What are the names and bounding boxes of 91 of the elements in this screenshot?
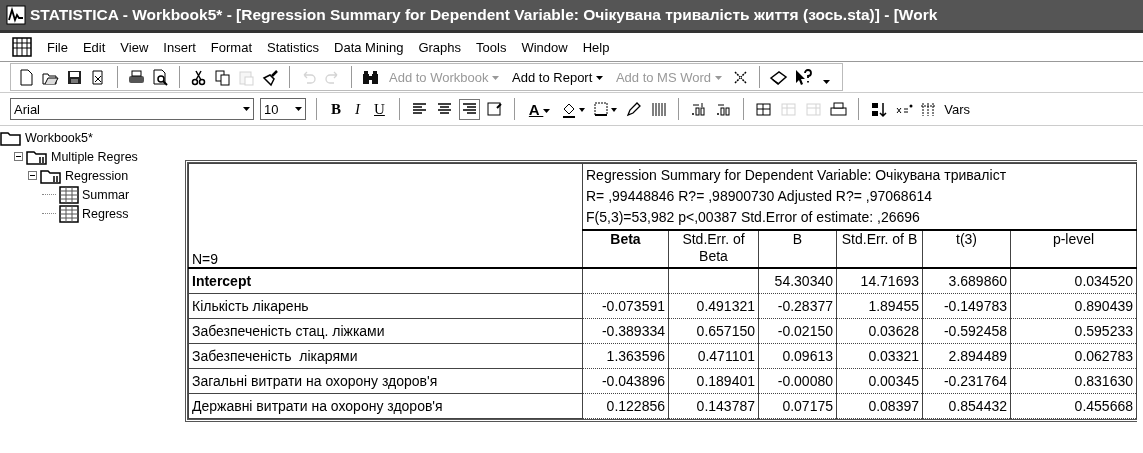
table-cell: -0.00080 (758, 368, 837, 394)
copy-icon[interactable] (213, 67, 232, 87)
row-label: Кількість лікарень (188, 293, 583, 319)
toolbar-dropdown-button[interactable]: Add to Report (508, 69, 607, 85)
table-cell: -0.043896 (582, 368, 669, 394)
column-header: t(3) (922, 230, 1011, 268)
table-cell: -0.02150 (758, 318, 837, 344)
table-cell: 0.09613 (758, 343, 837, 369)
table-cell: -0.389334 (582, 318, 669, 344)
menu-item[interactable]: Edit (82, 39, 106, 55)
table-cell: 0.491321 (668, 293, 759, 319)
menu-item[interactable]: Help (582, 39, 610, 55)
table-cell: 0.831630 (1010, 368, 1137, 394)
spreadsheet-icon (59, 185, 79, 204)
header-cell: N=9 (188, 163, 583, 268)
column-header: Std.Err. of B (836, 230, 923, 268)
spreadsheet-icon (59, 204, 79, 223)
document-menu-icon[interactable] (12, 37, 32, 57)
caret-icon (595, 76, 603, 81)
table-cell: 14.71693 (836, 268, 923, 294)
menu-item[interactable]: Graphs (418, 39, 462, 55)
table-cell: -0.231764 (922, 368, 1011, 394)
menu-item[interactable]: File (47, 39, 68, 55)
app-logo-icon (6, 5, 26, 25)
table-cell: 3.689860 (922, 268, 1011, 294)
column-header: Beta (582, 230, 669, 268)
menu-item[interactable]: Format (210, 39, 252, 55)
brush-icon[interactable] (261, 67, 280, 87)
font-color-button[interactable]: A (524, 100, 555, 118)
align-right-icon[interactable] (459, 99, 479, 119)
font-name-dropdown[interactable]: Arial (10, 98, 254, 120)
menu-item[interactable]: View (120, 39, 149, 55)
table-cell: 0.062783 (1010, 343, 1137, 369)
table-cell: 0.03321 (836, 343, 923, 369)
caret-icon (714, 76, 722, 81)
table-cell: 54.30340 (758, 268, 837, 294)
caret-icon (543, 108, 551, 113)
column-header: B (758, 230, 837, 268)
table-cell: 1.363596 (582, 343, 669, 369)
row-label: Державні витрати на охорону здоров'я (188, 393, 583, 419)
table-cell: 0.189401 (668, 368, 759, 394)
table-cell: -0.149783 (922, 293, 1011, 319)
row-label: Забезпеченість лікарями (188, 343, 583, 369)
tree-item-label[interactable]: Regress (82, 206, 129, 221)
column-header: Std.Err. of Beta (668, 230, 759, 268)
table-cell: 2.894489 (922, 343, 1011, 369)
tree-item-label[interactable]: Summar (82, 187, 130, 202)
row-label: Забезпеченість стац. ліжками (188, 318, 583, 344)
table-cell: 0.122856 (582, 393, 669, 419)
menu-item[interactable]: Insert (163, 39, 196, 55)
new-document-icon[interactable] (17, 67, 36, 87)
table-cell: 0.854432 (922, 393, 1011, 419)
printer-icon[interactable] (829, 99, 849, 119)
magnifier-document-icon[interactable] (151, 67, 170, 87)
row-label: Intercept (188, 268, 583, 294)
text-style-button[interactable]: B (327, 100, 345, 118)
table-cell: 0.03628 (836, 318, 923, 344)
caret-icon (243, 107, 250, 111)
tree-item-label[interactable]: Multiple Regres (51, 149, 138, 164)
row-label: Загальні витрати на охорону здоров'я (188, 368, 583, 394)
table-cell: 1.89455 (836, 293, 923, 319)
menu-item[interactable]: Statistics (267, 39, 319, 55)
menu-item[interactable]: Data Mining (334, 39, 404, 55)
table-cell: -0.592458 (922, 318, 1011, 344)
table-cell: 0.595233 (1010, 318, 1137, 344)
menu-item[interactable]: Window (521, 39, 568, 55)
table-cell: 0.890439 (1010, 293, 1137, 319)
tree-expander[interactable] (14, 152, 23, 161)
borders-icon[interactable] (592, 99, 619, 119)
menu-item[interactable]: Tools (476, 39, 507, 55)
table-cell: 0.08397 (836, 393, 923, 419)
column-header: p-level (1010, 230, 1137, 268)
text-style-button[interactable]: U (370, 100, 389, 118)
table-cell: -0.28377 (758, 293, 837, 319)
table-cell: -0.073591 (582, 293, 669, 319)
text-style-button[interactable]: I (351, 100, 364, 118)
font-size-dropdown[interactable]: 10 (260, 98, 306, 120)
table-cell: 0.455668 (1010, 393, 1137, 419)
table-cell: 0.034520 (1010, 268, 1137, 294)
vars-button[interactable]: Vars (944, 101, 971, 117)
tree-expander[interactable] (28, 171, 37, 180)
window-title: STATISTICA - Workbook5* - [Regression Summary for Dependent Variable: Очікувана тривалість життя (зось.sta)] - [Work (30, 6, 938, 24)
caret-icon (492, 76, 500, 81)
tree-item-label[interactable]: Regression (65, 168, 129, 183)
table-cell: 0.143787 (668, 393, 759, 419)
caret-icon (295, 107, 302, 111)
tree-item-label[interactable]: Workbook5* (25, 130, 93, 145)
table-cell: 0.657150 (668, 318, 759, 344)
table-cell: 0.00345 (836, 368, 923, 394)
table-cell: 0.471101 (668, 343, 759, 369)
table-cell: 0.07175 (758, 393, 837, 419)
